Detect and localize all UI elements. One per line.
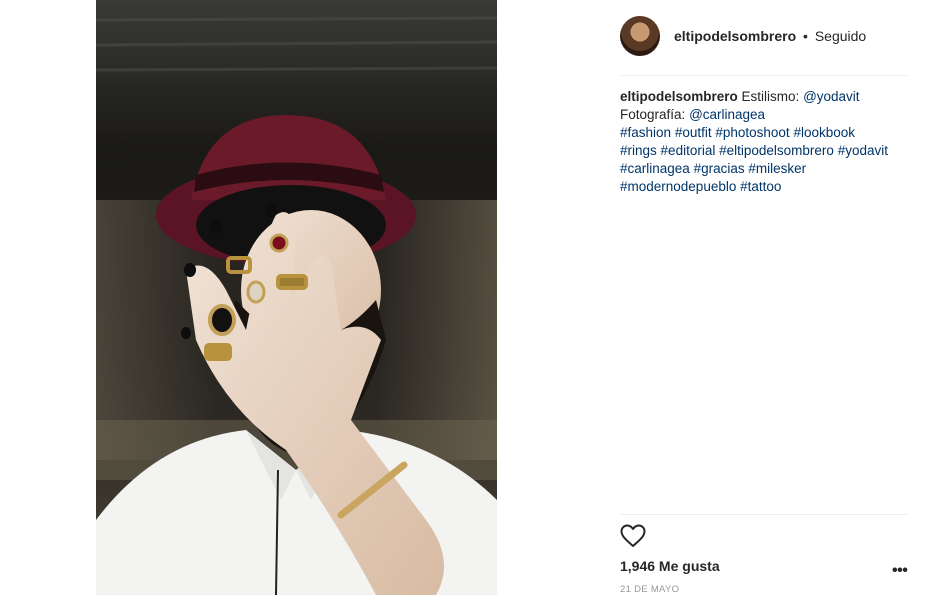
post-caption: eltipodelsombrero Estilismo: @yodavit Fo… xyxy=(620,88,910,196)
hashtag-link[interactable]: #fashion xyxy=(620,125,671,140)
post-image[interactable] xyxy=(96,0,497,595)
hashtag-link[interactable]: #modernodepueblo xyxy=(620,179,736,194)
header-separator: • xyxy=(803,28,808,44)
like-button[interactable] xyxy=(620,524,646,548)
likes-count[interactable]: 1,946 Me gusta xyxy=(620,558,720,574)
header-text: eltipodelsombrero • Seguido xyxy=(674,28,866,44)
user-avatar[interactable] xyxy=(620,16,660,56)
caption-line-1: eltipodelsombrero Estilismo: @yodavit xyxy=(620,88,910,106)
hashtag-link[interactable]: #eltipodelsombrero xyxy=(719,143,834,158)
header-username[interactable]: eltipodelsombrero xyxy=(674,28,796,44)
caption-line-5: #carlinagea #gracias #milesker xyxy=(620,160,910,178)
post-details-panel: eltipodelsombrero • Seguido eltipodelsom… xyxy=(620,0,908,595)
hashtag-link[interactable]: #yodavit xyxy=(838,143,888,158)
hashtag-link[interactable]: #outfit xyxy=(675,125,712,140)
mention-link[interactable]: @yodavit xyxy=(803,89,859,104)
post-photo-illustration xyxy=(96,0,497,595)
mention-link[interactable]: @carlinagea xyxy=(689,107,765,122)
follow-status-button[interactable]: Seguido xyxy=(815,28,866,44)
caption-line-2: Fotografía: @carlinagea xyxy=(620,106,910,124)
caption-line-3: #fashion #outfit #photoshoot #lookbook xyxy=(620,124,910,142)
caption-line-6: #modernodepueblo #tattoo xyxy=(620,178,910,196)
heart-icon xyxy=(620,524,646,547)
caption-text-photo: Fotografía: xyxy=(620,107,686,122)
actions-divider xyxy=(620,514,908,515)
hashtag-link[interactable]: #tattoo xyxy=(740,179,781,194)
caption-username[interactable]: eltipodelsombrero xyxy=(620,89,738,104)
hashtag-link[interactable]: #gracias xyxy=(694,161,745,176)
hashtag-link[interactable]: #editorial xyxy=(661,143,716,158)
header-divider xyxy=(620,75,908,76)
post-date: 21 DE MAYO xyxy=(620,584,680,595)
hashtag-link[interactable]: #rings xyxy=(620,143,657,158)
more-options-icon[interactable]: ••• xyxy=(892,562,908,580)
caption-text-styling: Estilismo: xyxy=(741,89,800,104)
caption-line-4: #rings #editorial #eltipodelsombrero #yo… xyxy=(620,142,910,160)
hashtag-link[interactable]: #carlinagea xyxy=(620,161,690,176)
hashtag-link[interactable]: #photoshoot xyxy=(715,125,789,140)
hashtag-link[interactable]: #milesker xyxy=(748,161,806,176)
post-header: eltipodelsombrero • Seguido xyxy=(620,16,908,56)
hashtag-link[interactable]: #lookbook xyxy=(793,125,855,140)
